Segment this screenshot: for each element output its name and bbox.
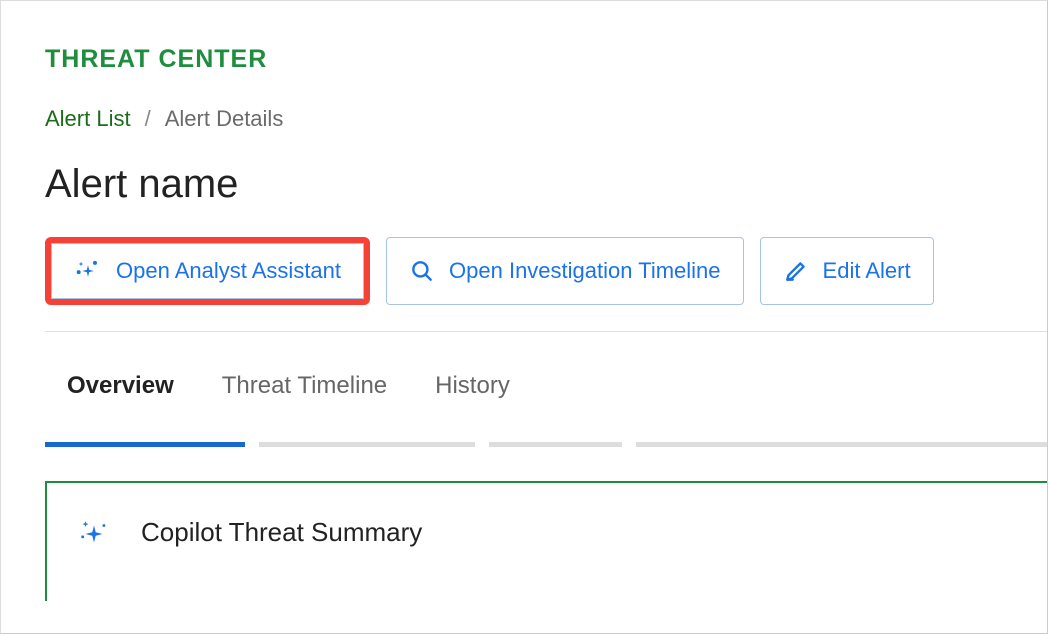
copilot-summary-title: Copilot Threat Summary <box>141 517 422 548</box>
divider <box>45 331 1047 332</box>
tab-indicator <box>259 442 476 447</box>
open-investigation-timeline-label: Open Investigation Timeline <box>449 258 721 284</box>
breadcrumb-separator: / <box>145 106 151 132</box>
breadcrumb: Alert List / Alert Details <box>45 106 1047 132</box>
action-row: Open Analyst Assistant Open Investigatio… <box>45 237 1047 305</box>
edit-icon <box>783 258 809 284</box>
edit-alert-button[interactable]: Edit Alert <box>760 237 934 305</box>
tab-indicator <box>636 442 1047 447</box>
sparkle-icon <box>74 257 102 285</box>
page-title: Alert name <box>45 162 1047 207</box>
open-analyst-assistant-button[interactable]: Open Analyst Assistant <box>51 243 364 299</box>
open-investigation-timeline-button[interactable]: Open Investigation Timeline <box>386 237 744 305</box>
tab-threat-timeline[interactable]: Threat Timeline <box>222 372 387 400</box>
tab-indicator <box>489 442 622 447</box>
tab-history[interactable]: History <box>435 372 510 400</box>
sparkle-icon <box>77 517 111 551</box>
breadcrumb-parent-link[interactable]: Alert List <box>45 106 131 132</box>
highlight-annotation: Open Analyst Assistant <box>45 237 370 305</box>
edit-alert-label: Edit Alert <box>823 258 911 284</box>
breadcrumb-current: Alert Details <box>165 106 284 132</box>
section-label: THREAT CENTER <box>45 45 1047 74</box>
tab-indicator-active <box>45 442 245 447</box>
search-icon <box>409 258 435 284</box>
open-analyst-assistant-label: Open Analyst Assistant <box>116 258 341 284</box>
tab-overview[interactable]: Overview <box>67 372 174 400</box>
copilot-summary-panel: Copilot Threat Summary <box>45 481 1047 601</box>
tabs: Overview Threat Timeline History <box>45 372 1047 400</box>
tab-indicators <box>45 442 1047 447</box>
